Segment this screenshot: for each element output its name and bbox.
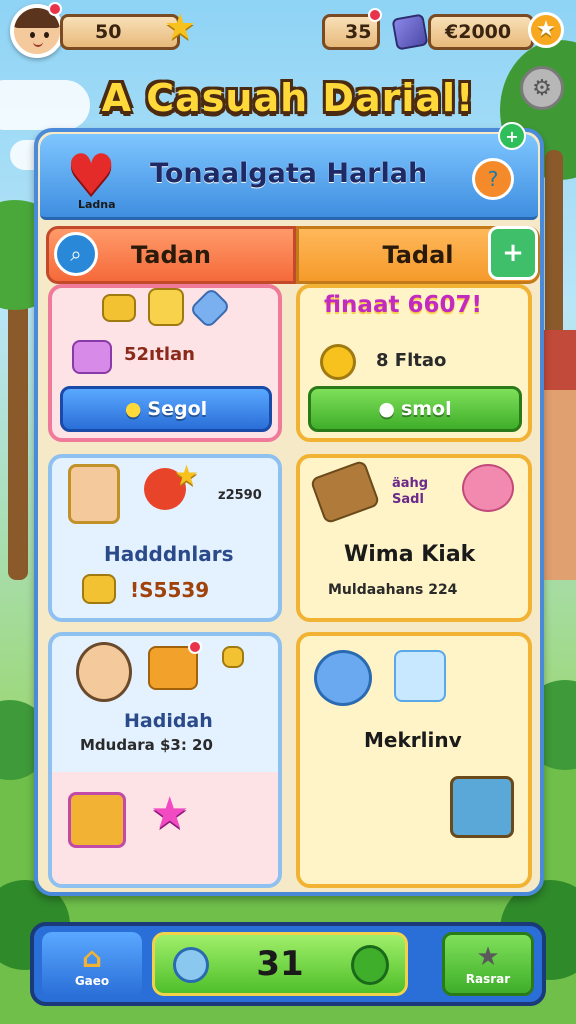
notification-dot [368,8,382,22]
star-icon: ★ [174,459,200,492]
blue-creature-icon [314,650,372,706]
top-resource-bar: 50 ★ 35 €2000 ★ [0,0,576,70]
coin-icon: ● [124,398,142,420]
mid-left-counter: z2590 [218,488,262,503]
mid-right-title: Wima Kiak [344,542,476,567]
low-card-left[interactable]: Hadidah Mdudara $3: 20 ★ [48,632,282,888]
avatar-eye [30,32,35,38]
mid-card-left[interactable]: ★ z2590 Hadddnlars !S5539 [48,454,282,622]
gem-box-icon [391,13,429,51]
avatar-eye [44,32,49,38]
low-left-subtitle: Mdudara $3: 20 [80,736,213,754]
mid-card-right[interactable]: äahg Sadl Wima Kiak Muldaahans 224 [296,454,532,622]
mid-left-value: !S5539 [130,578,210,602]
gold-bars-icon [82,574,116,604]
shop-card-right[interactable]: finaat 6607! 8 Fltao ● smol [296,284,532,442]
low-left-title: Hadidah [124,710,213,732]
character-avatar-icon [76,642,132,702]
smiley-box-icon [68,792,126,848]
gold-bar-icon [102,294,136,322]
star-icon: ★ [164,7,197,48]
pink-star-icon: ★ [150,788,190,839]
shop-left-button-label: Segol [147,398,208,420]
palm-trunk [8,280,28,580]
wood-log-icon [309,459,381,525]
panel-header: ♥ Ladna Tonaalgata Harlah ? + [40,122,538,220]
add-badge[interactable]: + [498,122,526,150]
mid-right-subtitle: Muldaahans 224 [328,582,458,598]
help-icon: ? [487,167,499,191]
chat-icon [351,945,389,985]
avatar-mouth [33,42,43,47]
add-gems-icon[interactable]: ★ [528,12,564,48]
home-label: Gaeo [74,973,110,988]
coin-stack-icon [173,947,209,983]
crown-icon [148,288,184,326]
small-badge-icon [222,646,244,668]
shop-right-buy-button[interactable]: ● smol [308,386,522,432]
pouch-icon: ● [378,398,395,420]
shop-right-banner: finaat 6607! [324,292,482,318]
notification-dot [48,2,62,16]
magnifier-icon[interactable]: ⌕ [54,232,98,276]
coins-value: 50 [95,21,122,43]
gems-value: €2000 [445,21,512,43]
heart-icon: ♥ [66,143,117,208]
bear-toy-icon [394,650,446,702]
mid-left-title: Hadddnlars [104,542,234,566]
star-icon: ★ [476,942,500,972]
low-card-right[interactable]: Mekrlinv [296,632,532,888]
shop-right-button-label: smol [400,398,452,420]
add-item-icon[interactable]: + [488,226,538,280]
low-right-title: Mekrlinv [364,728,462,752]
mid-right-badge: äahg Sadl [392,476,429,507]
game-title: A Casuah Darial! [101,76,475,120]
center-value: 31 [256,944,304,984]
center-action-bar[interactable]: 31 [152,932,408,996]
energy-value: 35 [345,21,372,43]
house-icon: ⌂ [81,940,103,974]
rank-button[interactable]: ★ Rasrar [442,932,534,996]
potion-box-icon [72,340,112,374]
home-button[interactable]: ⌂ Gaeo [42,932,142,996]
character-portrait-icon [68,464,120,524]
tab-right-label: Tadal [382,241,454,269]
panel-title: Tonaalgata Harlah [150,158,428,189]
house [540,380,576,580]
coin-icon [320,344,356,380]
gems-counter[interactable]: €2000 [428,14,534,50]
bottom-nav-bar: ⌂ Gaeo 31 ★ Rasrar [30,922,546,1006]
diamond-icon [188,286,232,330]
pig-creature-icon [462,464,514,512]
crate-icon [450,776,514,838]
shop-right-price: 8 Fltao [376,350,447,371]
notification-dot [188,640,202,654]
coins-counter[interactable]: 50 [60,14,180,50]
shop-left-price: 52ıtlan [124,344,195,365]
heart-label: Ladna [78,198,116,211]
info-button[interactable]: ? [472,158,514,200]
shop-left-buy-button[interactable]: ● Segol [60,386,272,432]
main-panel: ♥ Ladna Tonaalgata Harlah ? + Tadan ⌕ Ta… [34,122,544,896]
tab-bar: Tadan ⌕ Tadal + [46,226,540,284]
rank-label: Rasrar [465,972,511,986]
tab-left-label: Tadan [131,241,211,269]
shop-card-left[interactable]: 52ıtlan ● Segol [48,284,282,442]
